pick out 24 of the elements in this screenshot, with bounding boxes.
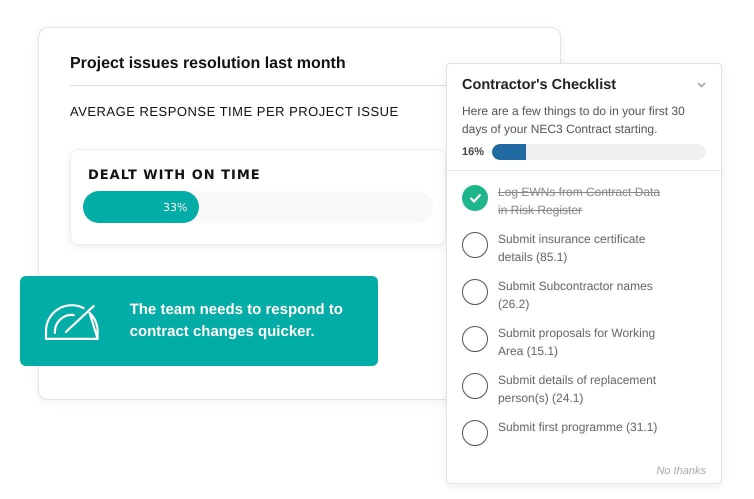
checkbox[interactable] xyxy=(462,326,488,352)
callout-text: The team needs to respond to contract changes quicker. xyxy=(130,300,344,342)
task-label: Submit details of replacement person(s) (24.1) xyxy=(498,372,658,407)
dismiss-link[interactable]: No thanks xyxy=(656,465,706,477)
checkbox[interactable] xyxy=(462,232,488,258)
progress-reading: 33% xyxy=(163,200,188,214)
checkbox[interactable] xyxy=(462,185,488,211)
checkbox[interactable] xyxy=(462,279,488,305)
task-label: Submit first programme (31.1) xyxy=(498,419,658,436)
progress-percent: 16% xyxy=(462,146,484,158)
checkbox[interactable] xyxy=(462,420,488,446)
report-title: Project issues resolution last month xyxy=(70,55,446,86)
task-label: Log EWNs from Contract Data in Risk Register xyxy=(498,184,662,219)
check-icon xyxy=(468,193,482,203)
chevron-icon[interactable] xyxy=(697,82,706,88)
checkbox[interactable] xyxy=(462,373,488,399)
report-subtitle: AVERAGE RESPONSE TIME PER PROJECT ISSUE xyxy=(70,104,399,119)
metric-label: DEALT WITH ON TIME xyxy=(88,168,262,183)
task-label: Submit insurance certificate details (85.1) xyxy=(498,231,646,266)
task-label: Submit proposals for Working Area (15.1) xyxy=(498,325,656,360)
checklist-description: Here are a few things to do in your first 30 days of your NEC3 Contract starting. xyxy=(462,103,686,138)
task-label: Submit Subcontractor names (26.2) xyxy=(498,278,654,313)
checklist-title: Contractor's Checklist xyxy=(462,77,616,93)
gauge-icon xyxy=(44,301,100,341)
